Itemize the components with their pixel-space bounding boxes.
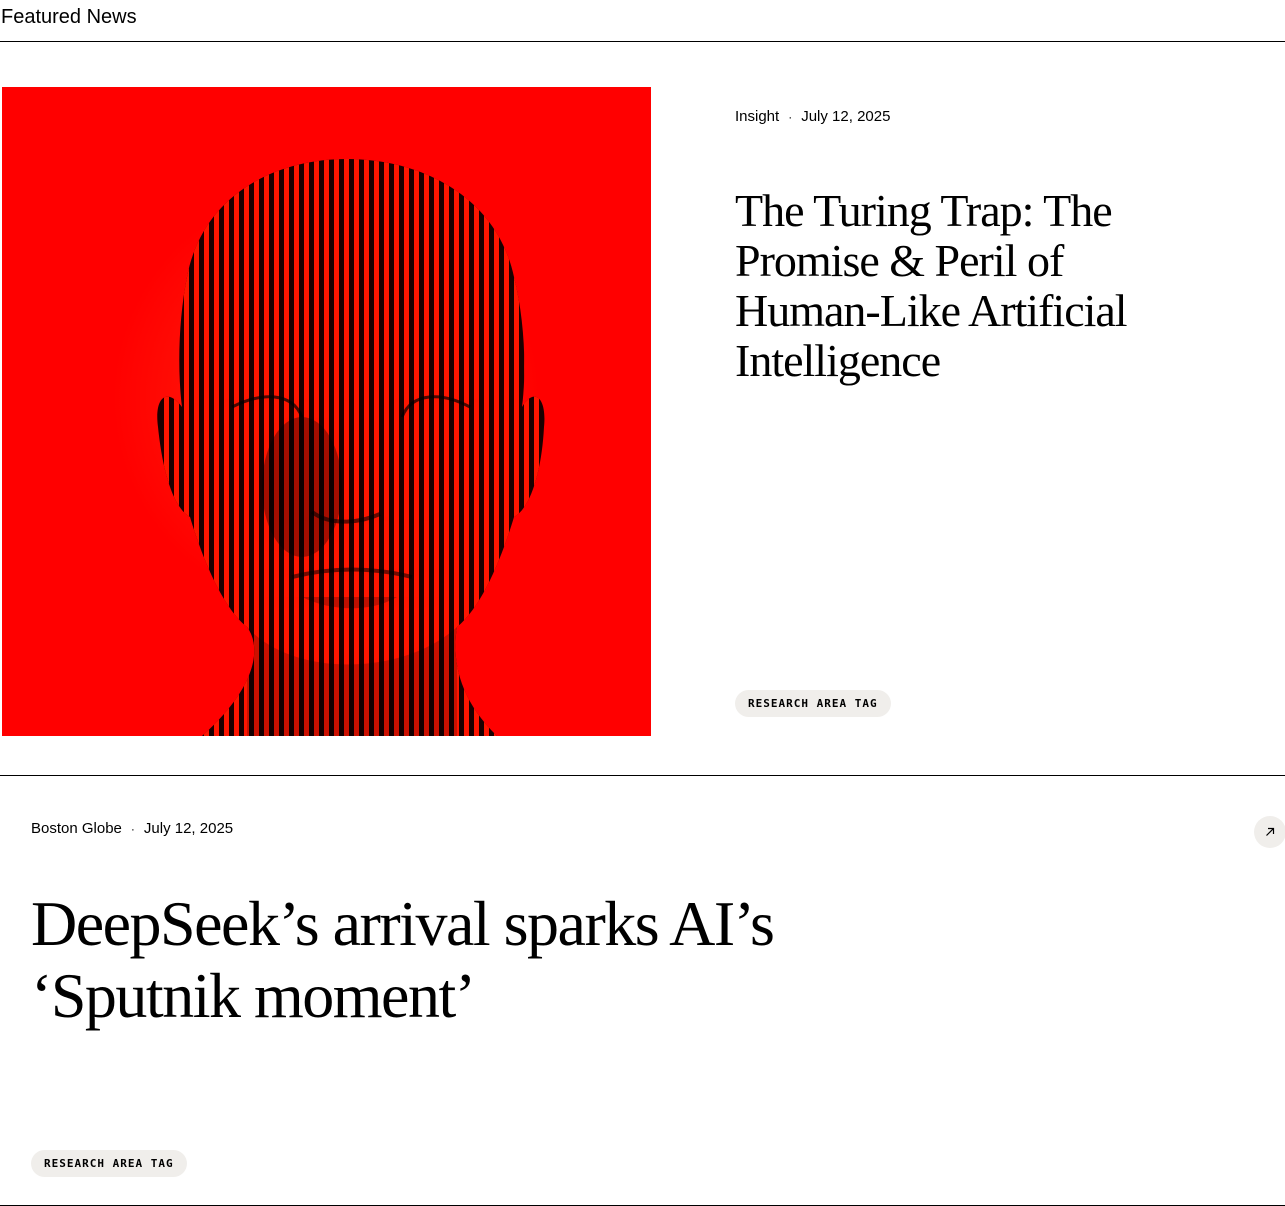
external-link-button[interactable] bbox=[1254, 816, 1285, 848]
section-header: Featured News bbox=[0, 0, 1285, 42]
featured-news-page: Featured News Insight · July 12, 2025 Th… bbox=[0, 0, 1285, 1206]
section-title: Featured News bbox=[1, 6, 137, 28]
striped-head-illustration bbox=[2, 87, 651, 736]
featured-article-meta: Insight · July 12, 2025 bbox=[735, 107, 890, 127]
featured-article-image[interactable] bbox=[2, 87, 651, 736]
meta-separator: · bbox=[788, 110, 793, 124]
article-meta: Boston Globe · July 12, 2025 bbox=[31, 819, 233, 839]
meta-separator: · bbox=[130, 822, 135, 836]
article-date: July 12, 2025 bbox=[143, 820, 234, 837]
research-area-tag[interactable]: RESEARCH AREA TAG bbox=[735, 690, 891, 717]
featured-article-source: Insight bbox=[735, 108, 780, 125]
featured-article-date: July 12, 2025 bbox=[801, 108, 891, 125]
featured-article-title[interactable]: The Turing Trap: The Promise & Peril of … bbox=[735, 186, 1205, 386]
section-divider bbox=[0, 775, 1285, 776]
research-area-tag[interactable]: RESEARCH AREA TAG bbox=[31, 1150, 187, 1177]
article-source: Boston Globe bbox=[31, 820, 122, 837]
article-title[interactable]: DeepSeek’s arrival sparks AI’s ‘Sputnik … bbox=[31, 888, 891, 1032]
arrow-up-right-icon bbox=[1266, 827, 1275, 836]
